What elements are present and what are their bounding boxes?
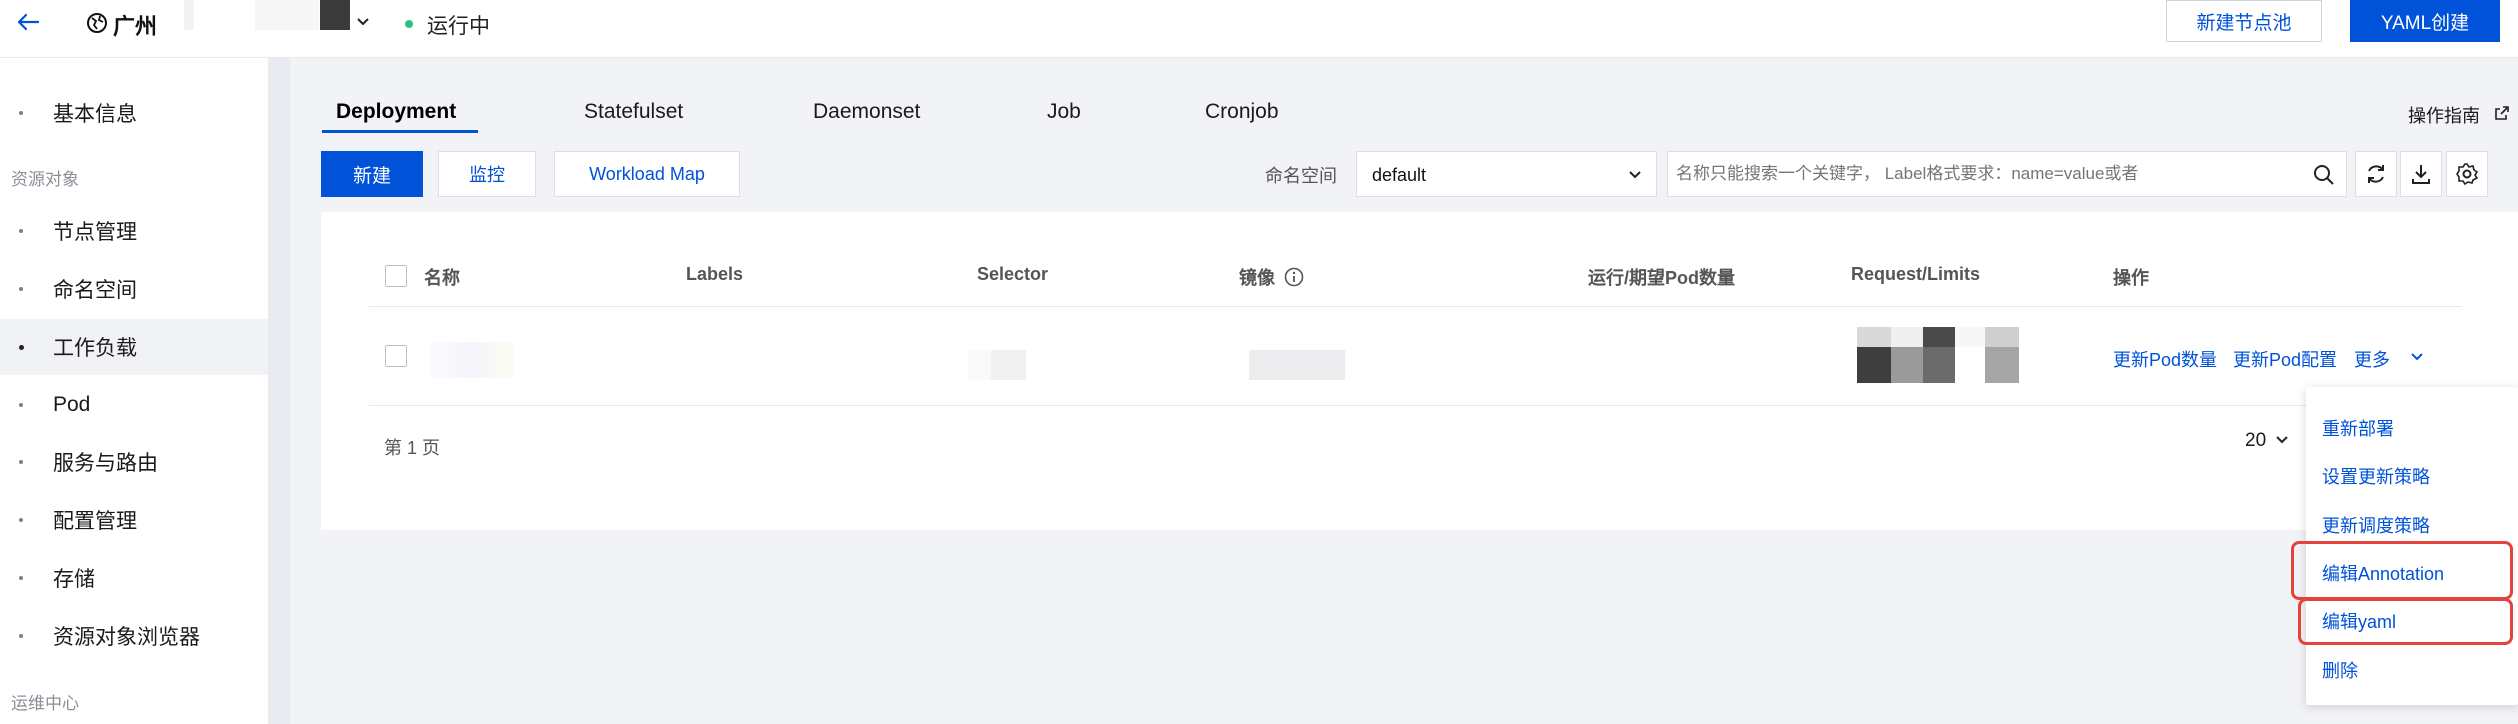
top-bar: 广州 运行中 新建节点池 YAML创建 (0, 0, 2518, 58)
sidebar-item-label: 节点管理 (53, 221, 137, 244)
sidebar-item-namespaces[interactable]: 命名空间 (0, 261, 268, 317)
sidebar-item-label: 配置管理 (53, 510, 137, 533)
table-header-divider (369, 306, 2462, 307)
tab-daemonset[interactable]: Daemonset (813, 100, 920, 136)
settings-button[interactable] (2446, 151, 2488, 197)
sidebar-item-workloads[interactable]: 工作负载 (0, 319, 268, 375)
sidebar-item-storage[interactable]: 存储 (0, 550, 268, 606)
redacted-cluster-id (320, 0, 350, 30)
bullet (19, 403, 23, 407)
new-workload-button[interactable]: 新建 (321, 151, 423, 197)
sidebar-item-basic-info[interactable]: 基本信息 (0, 85, 268, 141)
sidebar-item-nodes[interactable]: 节点管理 (0, 203, 268, 259)
highlight-yaml (2298, 598, 2513, 645)
redacted-cluster-prefix (184, 0, 194, 30)
namespace-value: default (1372, 165, 1427, 185)
workload-map-button[interactable]: Workload Map (554, 151, 740, 197)
bullet (19, 634, 23, 638)
column-header-pod-count: 运行/期望Pod数量 (1588, 268, 1735, 288)
chevron-down-icon[interactable] (2274, 432, 2290, 448)
menu-item-redeploy[interactable]: 重新部署 (2322, 415, 2394, 441)
gear-icon (2456, 163, 2479, 186)
monitor-button[interactable]: 监控 (438, 151, 536, 197)
menu-item-update-strategy[interactable]: 设置更新策略 (2322, 463, 2430, 489)
redacted-cluster-name (255, 0, 319, 30)
download-button[interactable] (2400, 151, 2442, 197)
update-pod-config-link[interactable]: 更新Pod配置 (2233, 346, 2337, 372)
guide-link[interactable]: 操作指南 (2408, 102, 2480, 128)
redacted-image (1249, 350, 1345, 380)
sidebar-item-label: 基本信息 (53, 103, 137, 126)
back-arrow-icon[interactable] (14, 8, 42, 36)
bullet (19, 111, 23, 115)
tab-cronjob[interactable]: Cronjob (1205, 100, 1279, 136)
bullet (19, 460, 23, 464)
sidebar-item-label: 命名空间 (53, 279, 137, 302)
active-tab-indicator (322, 130, 478, 133)
page-indicator: 第 1 页 (384, 438, 441, 458)
globe-icon (87, 13, 107, 33)
redacted-selector (968, 350, 1026, 380)
sidebar-item-label: 存储 (53, 568, 95, 591)
info-icon[interactable] (1284, 267, 1304, 287)
sidebar-item-label: 工作负载 (53, 337, 137, 360)
sidebar-item-label: 服务与路由 (53, 452, 158, 475)
search-box[interactable] (1667, 151, 2347, 197)
sidebar-group-ops: 运维中心 (11, 694, 79, 713)
row-checkbox[interactable] (385, 345, 407, 367)
update-pod-count-link[interactable]: 更新Pod数量 (2113, 346, 2217, 372)
column-header-image: 镜像 (1239, 268, 1275, 288)
column-header-request-limits: Request/Limits (1851, 264, 1981, 284)
sidebar-item-config[interactable]: 配置管理 (0, 492, 268, 548)
sidebar-item-label: Pod (53, 393, 91, 416)
cluster-status: 运行中 (427, 15, 490, 38)
sidebar-item-pod[interactable]: Pod (0, 377, 268, 433)
bullet (19, 345, 24, 350)
bullet (19, 576, 23, 580)
table-row-divider (369, 405, 2462, 406)
menu-item-delete[interactable]: 删除 (2322, 657, 2358, 683)
chevron-down-icon (1629, 171, 1641, 179)
yaml-create-button[interactable]: YAML创建 (2350, 0, 2500, 42)
sidebar-item-services[interactable]: 服务与路由 (0, 434, 268, 490)
sidebar-scrollbar[interactable] (268, 58, 290, 724)
tab-statefulset[interactable]: Statefulset (584, 100, 683, 136)
chevron-down-icon[interactable] (2409, 349, 2425, 365)
more-actions-link[interactable]: 更多 (2354, 346, 2390, 372)
menu-item-scheduling-strategy[interactable]: 更新调度策略 (2322, 512, 2430, 538)
external-link-icon[interactable] (2494, 105, 2510, 121)
column-header-selector: Selector (977, 264, 1049, 284)
new-nodepool-button[interactable]: 新建节点池 (2166, 0, 2322, 42)
sidebar-group-resources: 资源对象 (11, 170, 79, 189)
redacted-request-limits (1857, 327, 2019, 383)
region-label: 广州 (113, 14, 158, 39)
column-header-labels: Labels (686, 264, 744, 284)
namespace-select[interactable]: default (1356, 151, 1657, 197)
refresh-button[interactable] (2355, 151, 2397, 197)
redacted-workload-name[interactable] (430, 342, 514, 378)
sidebar-item-resource-browser[interactable]: 资源对象浏览器 (0, 608, 268, 664)
column-header-name: 名称 (424, 268, 460, 288)
page-size-select[interactable]: 20 (2245, 430, 2266, 452)
select-all-checkbox[interactable] (385, 265, 407, 287)
status-dot (405, 20, 413, 28)
namespace-label: 命名空间 (1265, 166, 1337, 186)
highlight-annotation (2291, 541, 2513, 600)
column-header-actions: 操作 (2113, 268, 2149, 288)
bullet (19, 287, 23, 291)
chevron-down-icon[interactable] (354, 13, 372, 31)
bullet (19, 229, 23, 233)
bullet (19, 518, 23, 522)
refresh-icon (2368, 165, 2384, 183)
sidebar-item-label: 资源对象浏览器 (53, 626, 200, 649)
download-icon (2412, 165, 2430, 184)
search-input[interactable] (1668, 152, 2298, 196)
tab-job[interactable]: Job (1047, 100, 1081, 136)
search-icon[interactable] (2312, 163, 2336, 187)
